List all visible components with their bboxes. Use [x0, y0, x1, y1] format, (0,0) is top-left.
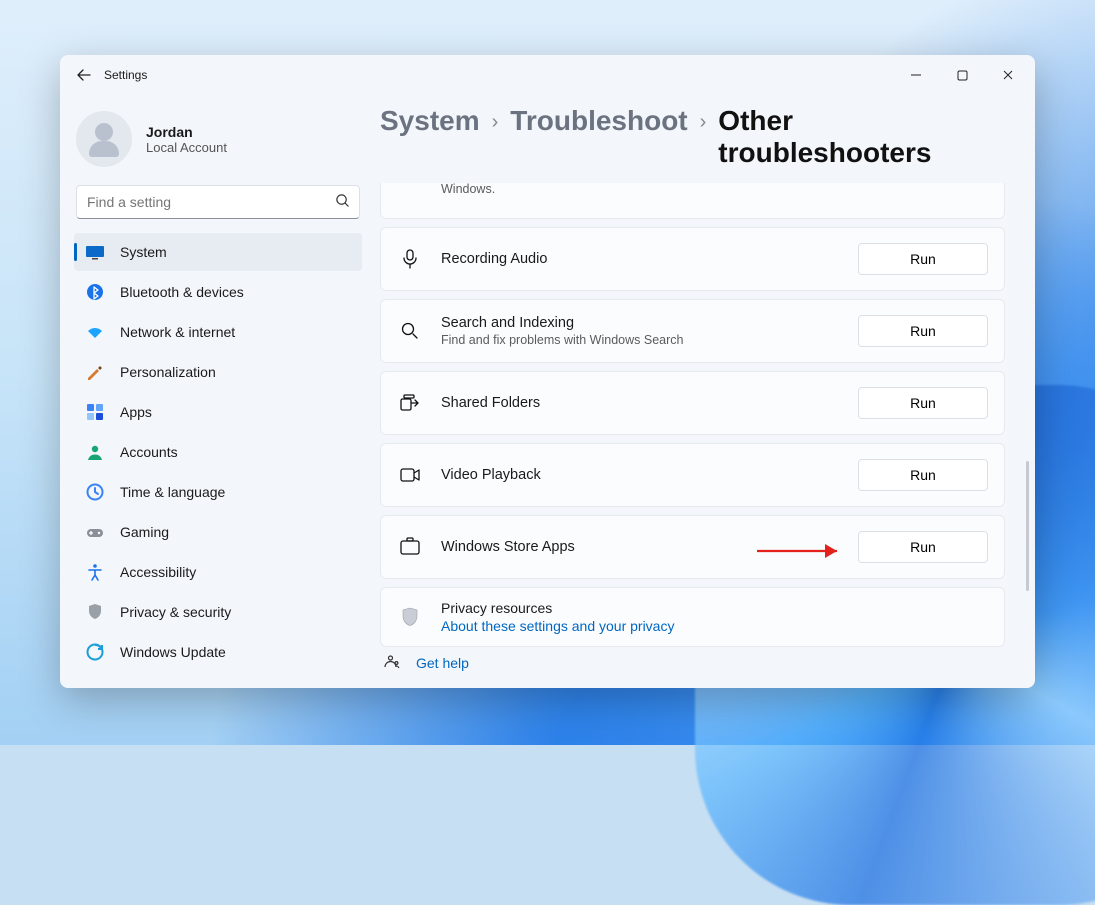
troubleshooter-card: Windows Store AppsRun	[380, 515, 1005, 579]
breadcrumb-troubleshoot[interactable]: Troubleshoot	[510, 105, 687, 137]
run-button[interactable]: Run	[858, 315, 988, 347]
troubleshooter-card: Video PlaybackRun	[380, 443, 1005, 507]
bluetooth-icon	[84, 281, 106, 303]
sidebar-item-personalization[interactable]: Personalization	[74, 353, 362, 391]
apps-icon	[84, 401, 106, 423]
breadcrumb: System › Troubleshoot › Other troublesho…	[380, 95, 1005, 183]
search-box	[76, 185, 360, 219]
user-name: Jordan	[146, 124, 227, 140]
search-icon	[397, 318, 423, 344]
search-input[interactable]	[76, 185, 360, 219]
sidebar-item-system[interactable]: System	[74, 233, 362, 271]
sidebar-item-accounts[interactable]: Accounts	[74, 433, 362, 471]
card-title: Windows Store Apps	[441, 539, 858, 555]
privacy-link[interactable]: About these settings and your privacy	[441, 618, 988, 634]
card-sub: Find and fix problems with Windows Searc…	[441, 333, 858, 347]
sidebar-item-label: Bluetooth & devices	[120, 284, 244, 300]
maximize-icon	[957, 70, 968, 81]
card-title: Privacy resources	[441, 600, 988, 616]
store-icon	[397, 534, 423, 560]
sidebar-item-privacy-security[interactable]: Privacy & security	[74, 593, 362, 631]
card-title: Video Playback	[441, 467, 858, 483]
chevron-right-icon: ›	[490, 112, 501, 132]
sidebar-item-label: Time & language	[120, 484, 225, 500]
sidebar-item-network-internet[interactable]: Network & internet	[74, 313, 362, 351]
scrollbar[interactable]	[1026, 255, 1029, 598]
run-button[interactable]: Run	[858, 243, 988, 275]
minimize-button[interactable]	[893, 59, 939, 91]
personalization-icon	[84, 361, 106, 383]
gaming-icon	[84, 521, 106, 543]
run-button[interactable]: Run	[858, 387, 988, 419]
shield-icon	[397, 604, 423, 630]
search-icon	[335, 193, 350, 211]
sidebar-item-label: Accounts	[120, 444, 178, 460]
troubleshooter-card-truncated: Windows.	[380, 183, 1005, 219]
update-icon	[84, 641, 106, 663]
sidebar-item-label: Accessibility	[120, 564, 196, 580]
sidebar-item-apps[interactable]: Apps	[74, 393, 362, 431]
sidebar-item-accessibility[interactable]: Accessibility	[74, 553, 362, 591]
avatar	[76, 111, 132, 167]
maximize-button[interactable]	[939, 59, 985, 91]
troubleshooter-card: Recording AudioRun	[380, 227, 1005, 291]
help-bar: Get help	[380, 646, 1005, 680]
wifi-icon	[84, 321, 106, 343]
troubleshooter-card: Search and Indexing Find and fix problems…	[380, 299, 1005, 363]
privacy-icon	[84, 601, 106, 623]
scrollbar-thumb[interactable]	[1026, 461, 1029, 591]
chevron-right-icon: ›	[698, 112, 709, 132]
window-title: Settings	[104, 68, 147, 82]
sidebar-item-windows-update[interactable]: Windows Update	[74, 633, 362, 671]
get-help-link[interactable]: Get help	[416, 655, 469, 671]
user-block[interactable]: Jordan Local Account	[74, 95, 362, 181]
titlebar: Settings	[60, 55, 1035, 95]
main-pane: System › Troubleshoot › Other troublesho…	[370, 95, 1035, 688]
system-icon	[84, 241, 106, 263]
sidebar-item-label: System	[120, 244, 167, 260]
time-icon	[84, 481, 106, 503]
sidebar-item-label: Personalization	[120, 364, 216, 380]
sidebar-item-bluetooth-devices[interactable]: Bluetooth & devices	[74, 273, 362, 311]
troubleshooters-list: Windows.Recording AudioRunSearch and Ind…	[380, 183, 1005, 647]
mic-icon	[397, 246, 423, 272]
sidebar: Jordan Local Account System Bluetooth & d…	[60, 95, 370, 688]
placeholder-icon	[397, 183, 423, 201]
sidebar-item-label: Gaming	[120, 524, 169, 540]
card-title: Search and Indexing	[441, 315, 858, 331]
settings-window: Settings Jordan Local Account	[60, 55, 1035, 688]
help-icon	[380, 652, 402, 674]
card-title: Shared Folders	[441, 395, 858, 411]
video-icon	[397, 462, 423, 488]
sidebar-item-gaming[interactable]: Gaming	[74, 513, 362, 551]
close-icon	[1002, 69, 1014, 81]
user-subtitle: Local Account	[146, 140, 227, 155]
sidebar-item-time-language[interactable]: Time & language	[74, 473, 362, 511]
breadcrumb-system[interactable]: System	[380, 105, 480, 137]
arrow-left-icon	[76, 67, 92, 83]
troubleshooter-card: Shared FoldersRun	[380, 371, 1005, 435]
close-button[interactable]	[985, 59, 1031, 91]
sidebar-item-label: Network & internet	[120, 324, 235, 340]
sidebar-item-label: Windows Update	[120, 644, 226, 660]
card-title: Recording Audio	[441, 251, 858, 267]
nav-list: System Bluetooth & devices Network & inter…	[74, 233, 362, 671]
privacy-resources-card: Privacy resources About these settings an…	[380, 587, 1005, 647]
card-sub: Windows.	[441, 183, 858, 196]
run-button[interactable]: Run	[858, 531, 988, 563]
accounts-icon	[84, 441, 106, 463]
back-button[interactable]	[70, 61, 98, 89]
breadcrumb-current: Other troubleshooters	[718, 105, 1005, 169]
run-button[interactable]: Run	[858, 459, 988, 491]
minimize-icon	[910, 69, 922, 81]
window-controls	[893, 59, 1031, 91]
sidebar-item-label: Apps	[120, 404, 152, 420]
accessibility-icon	[84, 561, 106, 583]
sidebar-item-label: Privacy & security	[120, 604, 231, 620]
shared-icon	[397, 390, 423, 416]
